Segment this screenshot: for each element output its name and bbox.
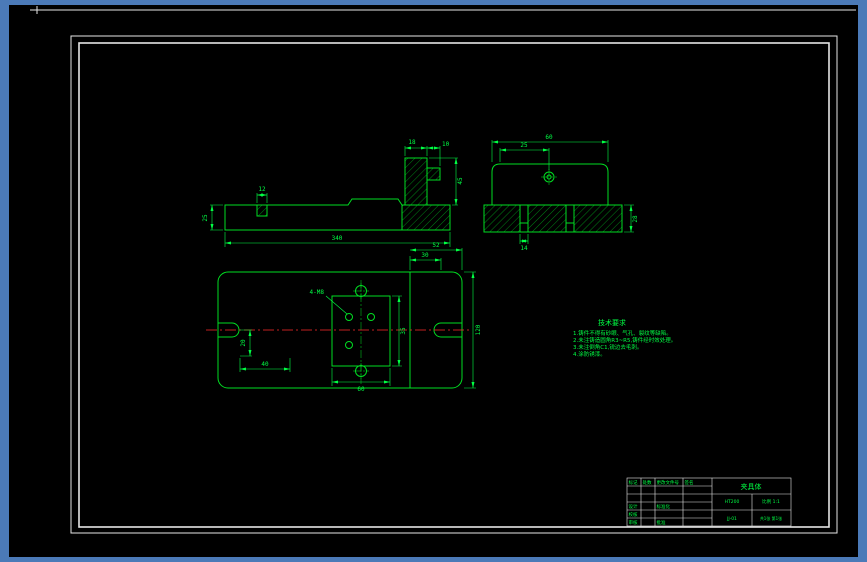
dim-front-col-height: 45 (457, 177, 464, 185)
tech-note-line: 4.涂防锈漆。 (573, 350, 606, 358)
dim-side-slot: 14 (520, 245, 528, 252)
dim-plan-right: 52 (432, 242, 440, 249)
tb-audit-label: 审核 (629, 519, 638, 526)
dim-plan-height: 120 (475, 324, 482, 335)
dim-front-col-width: 18 (408, 139, 416, 146)
dim-front-tab: 10 (442, 141, 450, 148)
tb-scale: 比例 1:1 (762, 498, 780, 505)
tb-standard-label: 标准化 (657, 503, 671, 510)
tb-material: HT200 (725, 499, 740, 505)
tech-notes-title: 技术要求 (598, 318, 626, 327)
dim-front-height: 25 (202, 214, 209, 222)
dim-plan-notch: 20 (240, 339, 247, 347)
holes-callout: 4-M8 (310, 289, 325, 296)
tb-drawing-no: JJ-01 (726, 516, 737, 522)
dim-front-overall: 340 (332, 235, 343, 242)
tb-sheet-info: 共1张 第1张 (760, 515, 782, 521)
cad-drawing: 12 25 18 10 45 340 25 60 28 14 30 52 120… (9, 5, 858, 557)
cad-viewport: 12 25 18 10 45 340 25 60 28 14 30 52 120… (0, 0, 867, 562)
dim-plan-step: 30 (421, 252, 429, 259)
tb-count-label: 处数 (643, 479, 652, 486)
dim-plan-left-span: 40 (261, 361, 269, 368)
dim-side-base-height: 28 (632, 215, 639, 223)
dim-plan-pocket-h: 35 (400, 327, 407, 335)
tech-note-line: 2.未注铸造圆角R3~R5,铸件经时效处理。 (573, 336, 676, 344)
dim-front-slot: 12 (258, 186, 266, 193)
dim-plan-pocket-w: 60 (357, 386, 365, 393)
tb-check-label: 校核 (629, 511, 638, 518)
drawing-canvas (9, 5, 858, 557)
dim-side-width: 60 (545, 134, 553, 141)
tb-mark-label: 标记 (629, 479, 638, 486)
tb-design-label: 设计 (629, 503, 638, 510)
tb-sign-label: 签名 (685, 479, 694, 486)
tech-note-line: 3.未注倒角C1,锐边去毛刺。 (573, 343, 642, 351)
tech-note-line: 1.铸件不得有砂眼、气孔、裂纹等缺陷。 (573, 329, 672, 337)
tb-approve-label: 批准 (657, 519, 666, 526)
tb-part-name: 夹具体 (741, 482, 762, 491)
tb-file-label: 更改文件号 (657, 479, 680, 486)
dim-side-offset: 25 (520, 142, 528, 149)
